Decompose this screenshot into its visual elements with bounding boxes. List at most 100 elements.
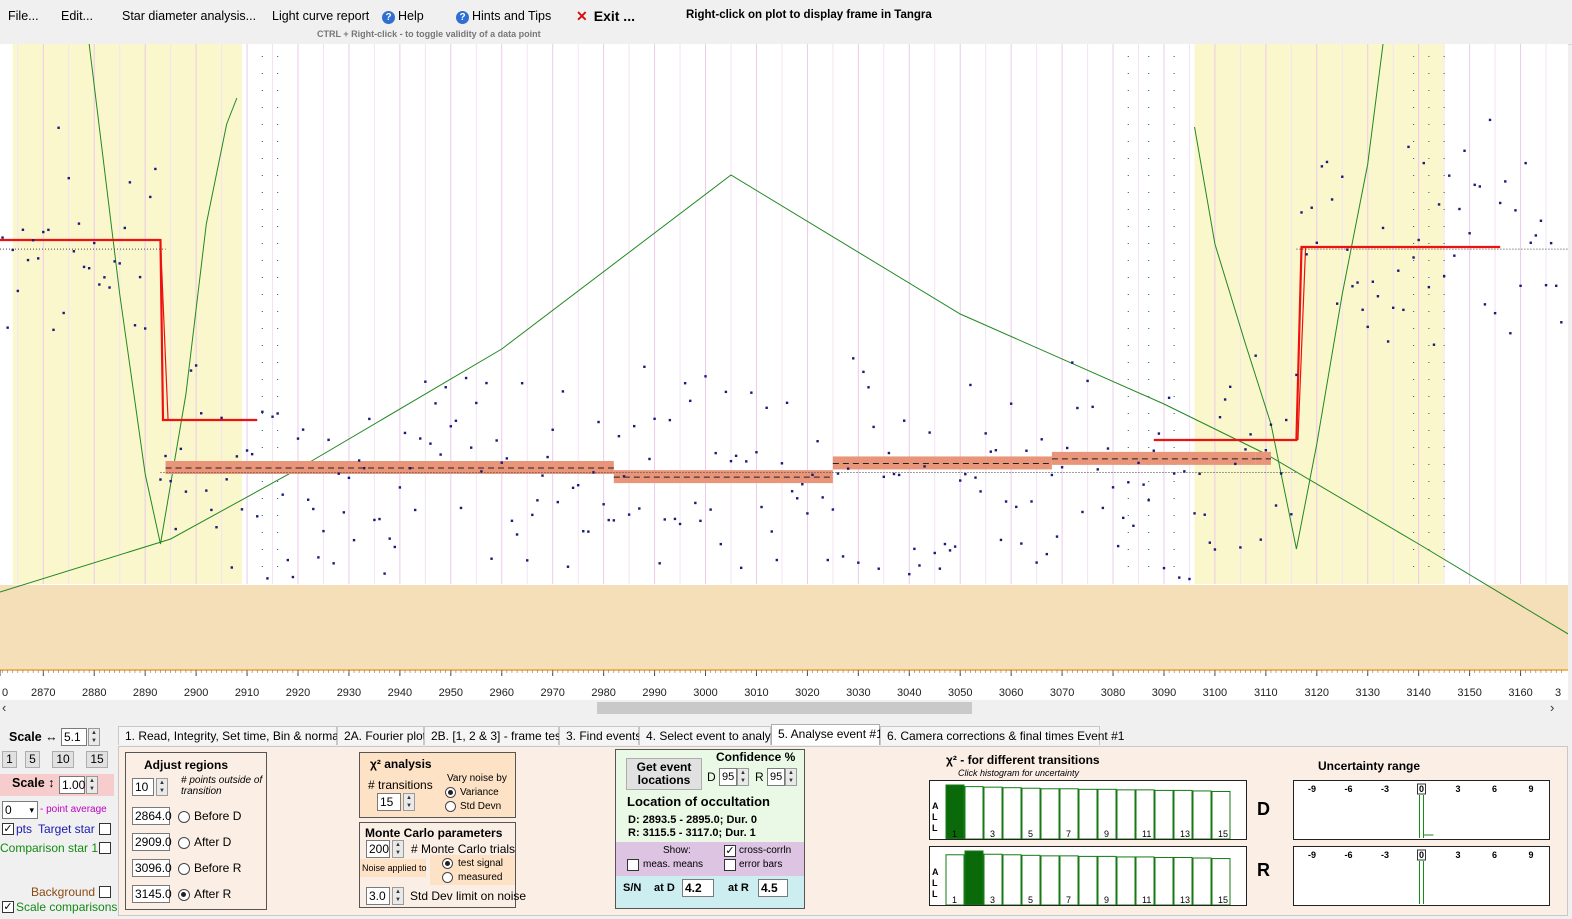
help-icon: ? [456, 11, 469, 24]
chi2-histogram-d[interactable]: A L L 1 3 5 7 9 11 13 15 [929, 780, 1247, 840]
meas-means-label: meas. means [643, 859, 704, 870]
scroll-thumb[interactable] [597, 702, 972, 714]
scale-v-label: Scale ↕ [12, 776, 55, 790]
scroll-right-icon[interactable]: › [1550, 700, 1554, 715]
data-point [1381, 226, 1385, 230]
menu-help-label: Help [398, 9, 424, 23]
confidence-r-label: R [755, 770, 764, 784]
light-curve-svg[interactable]: 0 2870 2880 2890 2900 2910 2920 2930 2940 2950 296… [0, 43, 1572, 700]
scroll-left-icon[interactable]: ‹ [2, 700, 6, 715]
menu-file[interactable]: File... [8, 9, 39, 23]
menu-exit[interactable]: ✕ Exit ... [576, 8, 635, 25]
menu-help[interactable]: ? Help [382, 9, 424, 24]
help-icon: ? [382, 11, 395, 24]
menu-star-diameter[interactable]: Star diameter analysis... [122, 9, 256, 23]
error-bars-checkbox[interactable] [724, 859, 736, 871]
data-point [704, 375, 707, 378]
scale-v-input[interactable]: 1.00 [59, 776, 85, 794]
get-event-locations-button[interactable]: Get event locations [626, 758, 702, 790]
confidence-d-spinner[interactable]: ▲ ▼ [737, 768, 749, 786]
confidence-r-spinner[interactable]: ▲ ▼ [785, 768, 797, 786]
confidence-d-input[interactable]: 95 [719, 768, 737, 786]
scale-v-spinner[interactable]: ▲ ▼ [86, 776, 98, 794]
tab-fourier-plot[interactable]: 2A. Fourier plot [337, 726, 426, 745]
mc-trials-input[interactable]: 200 [366, 840, 390, 858]
region-input-3[interactable]: 3145.0 [132, 885, 172, 903]
scale-button-1[interactable]: 1 [2, 751, 17, 768]
transitions-input[interactable]: 15 [377, 793, 401, 811]
points-outside-spinner[interactable]: ▲ ▼ [156, 778, 168, 796]
uncertainty-title: Uncertainty range [1318, 759, 1421, 773]
target-star-checkbox[interactable] [99, 823, 111, 835]
cross-corrln-label: cross-corrln [739, 845, 792, 856]
data-point [108, 286, 111, 289]
scale-comparisons-checkbox[interactable]: ✓ [2, 901, 14, 913]
scale-button-10[interactable]: 10 [52, 751, 74, 768]
close-icon: ✕ [576, 8, 588, 24]
data-point [1402, 308, 1405, 312]
data-point [1208, 541, 1212, 544]
chi2-histogram-r[interactable]: A L L 1 3 5 7 9 11 13 15 [929, 846, 1247, 906]
chi2-d-bar [1116, 789, 1136, 840]
points-outside-input[interactable]: 10 [132, 778, 154, 796]
data-point [964, 472, 967, 476]
chi2-histogram-d-svg[interactable]: ALL1 3 5 7 9 11 13 15 [930, 781, 1246, 840]
transitions-spinner[interactable]: ▲ ▼ [403, 793, 415, 811]
region-radio-3[interactable] [178, 889, 190, 901]
chi2-d-side-l1: L [932, 812, 938, 822]
chi2-r-bar [1192, 857, 1212, 906]
point-average-select[interactable]: 0 ▾ [2, 801, 38, 819]
data-point [867, 386, 870, 389]
menu-light-curve-report[interactable]: Light curve report [272, 9, 369, 23]
scale-button-15[interactable]: 15 [86, 751, 108, 768]
chi2-histogram-r-svg[interactable]: ALL1 3 5 7 9 11 13 15 [930, 847, 1246, 906]
data-point [653, 417, 656, 421]
measured-radio[interactable] [442, 872, 453, 883]
light-curve-plot[interactable]: 0 2870 2880 2890 2900 2910 2920 2930 2940 2950 296… [0, 43, 1572, 700]
noise-limit-spinner[interactable]: ▲ ▼ [392, 887, 404, 905]
background-checkbox[interactable] [99, 886, 111, 898]
chi2-r-x-label: 11 [1142, 895, 1151, 905]
x-tick-label: 2930 [337, 687, 361, 699]
data-point [806, 512, 809, 515]
tab-select-event[interactable]: 4. Select event to analyse [639, 726, 783, 745]
test-signal-radio[interactable] [442, 858, 453, 869]
data-point [592, 471, 595, 474]
data-point [1544, 283, 1548, 287]
menu-edit[interactable]: Edit... [61, 9, 93, 23]
data-point [133, 324, 137, 327]
meas-means-checkbox[interactable] [627, 859, 639, 871]
scale-button-5[interactable]: 5 [25, 751, 40, 768]
comparison-star-checkbox[interactable] [99, 842, 111, 854]
data-point [403, 431, 407, 435]
tab-camera-corrections[interactable]: 6. Camera corrections & final times Even… [880, 726, 1124, 745]
r-result-clip: R: 3115.5 - 3117.0; Dur. 1 [616, 828, 804, 842]
stddevn-radio[interactable] [445, 801, 456, 812]
scale-h-input[interactable]: 5.1 [61, 728, 87, 746]
noise-limit-input[interactable]: 3.0 [366, 887, 390, 905]
mc-trials-spinner[interactable]: ▲ ▼ [392, 840, 404, 858]
cross-corrln-checkbox[interactable]: ✓ [724, 845, 736, 857]
scale-h-spinner[interactable]: ▲ ▼ [88, 728, 100, 746]
tab-analyse-event[interactable]: 5. Analyse event #1 [771, 724, 883, 745]
region-input-0[interactable]: 2864.0 [132, 807, 172, 825]
data-point [1519, 284, 1522, 288]
region-radio-2[interactable] [178, 863, 190, 875]
variance-radio[interactable] [445, 787, 456, 798]
plot-horizontal-scrollbar[interactable]: ‹ › [0, 700, 1568, 716]
data-point [205, 489, 208, 492]
data-point [1223, 398, 1227, 401]
region-input-2[interactable]: 3096.0 [132, 859, 172, 877]
tab-find-events[interactable]: 3. Find events [559, 726, 641, 745]
data-point [852, 357, 855, 360]
region-radio-1[interactable] [178, 837, 190, 849]
confidence-r-input[interactable]: 95 [767, 768, 785, 786]
tab-read-integrity[interactable]: 1. Read, Integrity, Set time, Bin & norm… [118, 726, 357, 745]
data-point [454, 419, 458, 423]
region-input-1[interactable]: 2909.0 [132, 833, 172, 851]
menu-hints[interactable]: ? Hints and Tips [456, 9, 551, 24]
region-radio-0[interactable] [178, 811, 190, 823]
tab-frame-test[interactable]: 2B. [1, 2 & 3] - frame test [424, 726, 564, 745]
data-point [1055, 535, 1059, 538]
pts-checkbox[interactable]: ✓ [2, 823, 14, 835]
